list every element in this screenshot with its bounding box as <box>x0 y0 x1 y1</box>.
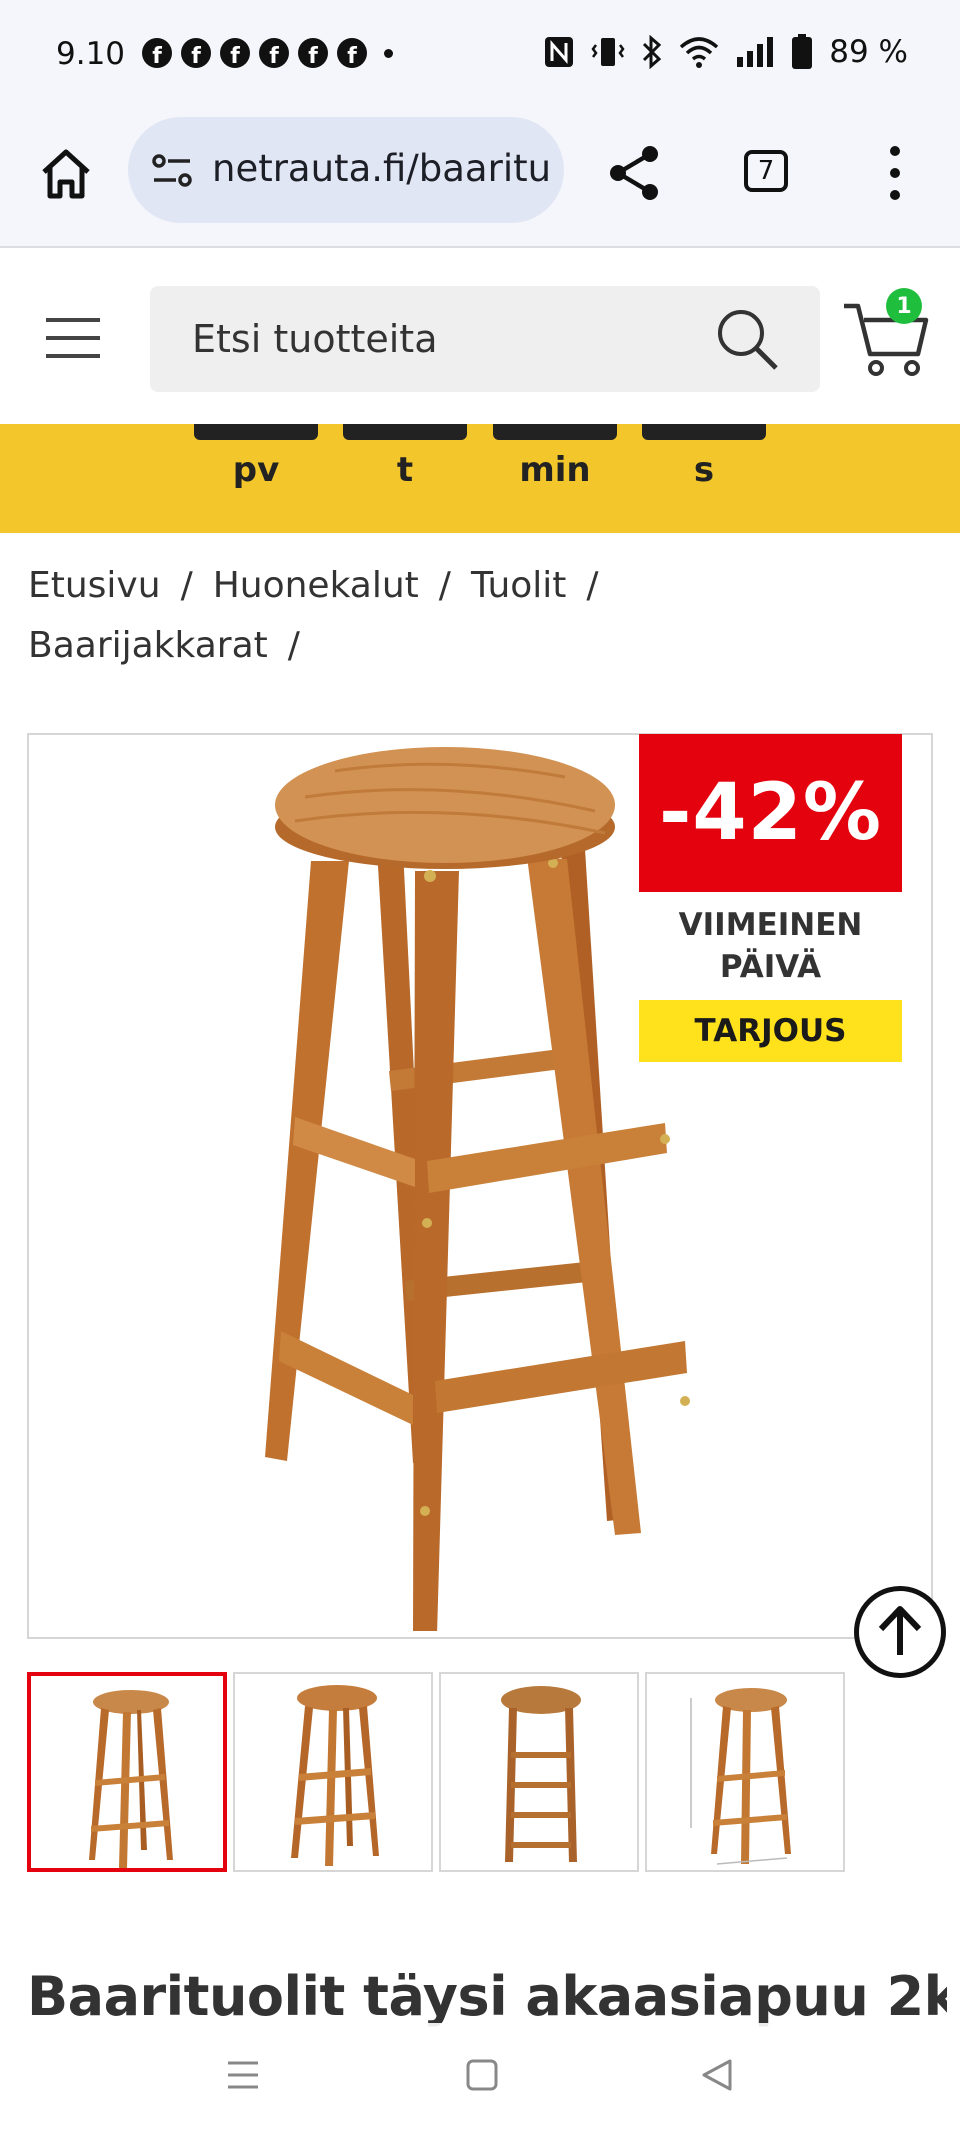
last-day-label: VIIMEINEN PÄIVÄ <box>639 892 902 1000</box>
battery-icon <box>792 34 813 69</box>
site-header: 1 <box>0 248 960 425</box>
home-icon[interactable] <box>36 144 96 204</box>
thumbnail-3[interactable] <box>439 1672 639 1872</box>
facebook-notification-icon: f <box>220 38 250 68</box>
stool-dimensions-thumbnail <box>690 1688 791 1865</box>
discount-percent: -42% <box>639 734 902 892</box>
countdown-days: pv <box>194 424 318 524</box>
site-settings-icon[interactable] <box>150 151 194 191</box>
bluetooth-icon <box>643 35 662 69</box>
cart-count-badge: 1 <box>886 288 922 324</box>
more-notifications-icon <box>384 48 393 58</box>
countdown-hours: t <box>343 424 467 524</box>
facebook-notification-icon: f <box>259 38 289 68</box>
last-day-line1: VIIMEINEN <box>678 907 863 943</box>
thumbnail-1[interactable] <box>27 1672 227 1872</box>
address-bar[interactable]: netrauta.fi/baarituolit <box>128 117 564 223</box>
url-text[interactable]: netrauta.fi/baarituolit <box>212 147 552 190</box>
stool-thumbnail <box>291 1685 379 1866</box>
wifi-icon <box>680 37 719 68</box>
nfc-icon <box>545 37 574 67</box>
status-bar: 9.10 f f f f f f 89 % <box>0 0 960 112</box>
sale-badge: -42% VIIMEINEN PÄIVÄ TARJOUS <box>639 734 902 1062</box>
countdown-seconds: s <box>642 424 766 524</box>
product-title: Baarituolit täysi akaasiapuu 2kpl <box>27 1965 947 2028</box>
countdown-minutes: min <box>493 424 617 524</box>
countdown-label: t <box>396 450 414 490</box>
tabs-icon[interactable]: 7 <box>744 150 788 192</box>
breadcrumb-item-baarijakkarat[interactable]: Baarijakkarat <box>28 625 268 666</box>
search-icon[interactable] <box>710 302 784 376</box>
countdown-label: min <box>519 450 591 490</box>
stool-thumbnail <box>501 1686 581 1862</box>
thumbnail-strip <box>27 1672 933 1872</box>
breadcrumb-item-tuolit[interactable]: Tuolit <box>471 565 566 606</box>
breadcrumb-item-etusivu[interactable]: Etusivu <box>28 565 161 606</box>
notification-icons: f f f f f f <box>142 38 393 68</box>
arrow-up-icon <box>878 1606 922 1655</box>
breadcrumb: Etusivu / Huonekalut / Tuolit / Baarijakkarat / <box>28 556 928 676</box>
status-time: 9.10 <box>56 36 126 72</box>
countdown-box <box>493 424 617 440</box>
countdown-box <box>194 424 318 440</box>
signal-icon <box>737 37 774 67</box>
stool-thumbnail <box>89 1690 173 1868</box>
browser-toolbar: netrauta.fi/baarituolit 7 <box>0 112 960 248</box>
back-icon[interactable] <box>700 2058 734 2092</box>
countdown-label: pv <box>232 450 280 490</box>
thumbnail-4[interactable] <box>645 1672 845 1872</box>
countdown-box <box>642 424 766 440</box>
system-icons: 89 % <box>543 34 908 70</box>
menu-icon[interactable] <box>44 316 102 360</box>
search-input[interactable] <box>192 316 692 362</box>
breadcrumb-item-huonekalut[interactable]: Huonekalut <box>213 565 419 606</box>
search-box[interactable] <box>150 286 820 392</box>
breadcrumb-separator: / <box>586 565 599 606</box>
facebook-notification-icon: f <box>298 38 328 68</box>
facebook-notification-icon: f <box>181 38 211 68</box>
offer-label: TARJOUS <box>639 1000 902 1062</box>
breadcrumb-separator: / <box>180 565 193 606</box>
vibrate-icon <box>591 38 625 66</box>
last-day-line2: PÄIVÄ <box>719 949 822 985</box>
breadcrumb-separator: / <box>287 625 300 666</box>
share-icon[interactable] <box>604 142 666 204</box>
countdown-banner: pv t min s <box>0 424 960 533</box>
breadcrumb-separator: / <box>438 565 451 606</box>
more-vert-icon[interactable] <box>880 142 910 204</box>
home-nav-icon[interactable] <box>466 2058 498 2092</box>
scroll-to-top-button[interactable] <box>854 1586 946 1678</box>
thumbnail-2[interactable] <box>233 1672 433 1872</box>
countdown-label: s <box>693 450 715 490</box>
battery-level: 89 % <box>829 34 908 70</box>
countdown-box <box>343 424 467 440</box>
recent-apps-icon[interactable] <box>226 2058 260 2092</box>
facebook-notification-icon: f <box>337 38 367 68</box>
facebook-notification-icon: f <box>142 38 172 68</box>
